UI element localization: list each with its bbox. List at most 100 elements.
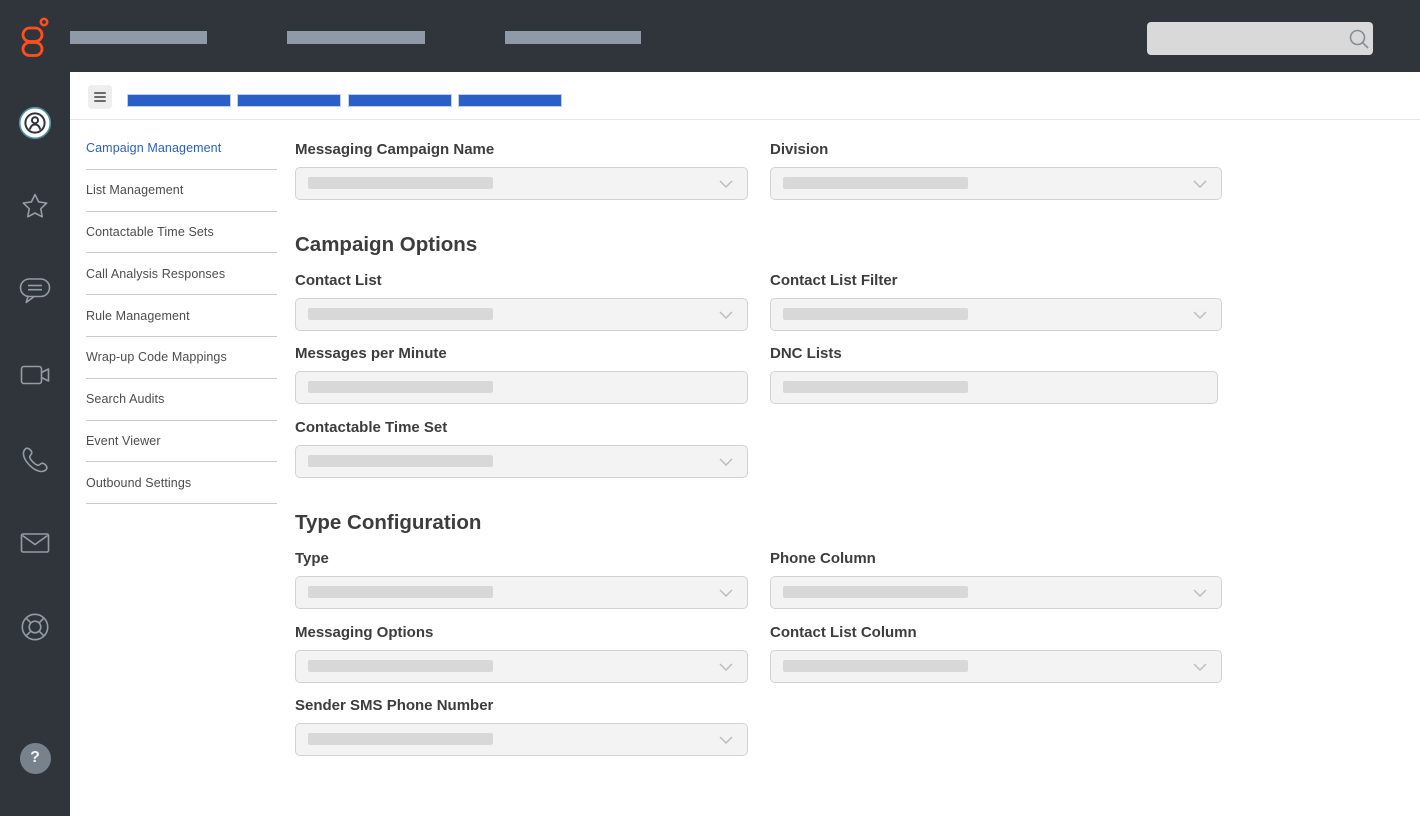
field-messages-per-minute: Messages per Minute [295, 345, 748, 404]
redacted-value [308, 455, 493, 467]
top-navigation-bar [0, 0, 1420, 72]
redacted-value [783, 586, 968, 598]
app-window: ? Campaign Management List Management Co… [0, 0, 1420, 816]
tab-placeholder[interactable] [127, 94, 231, 107]
redacted-value [783, 660, 968, 672]
redacted-value [783, 308, 968, 320]
section-heading-type-configuration: Type Configuration [295, 511, 481, 535]
field-label: Contactable Time Set [295, 419, 748, 436]
field-label: Contact List Column [770, 624, 1222, 641]
contact-list-select[interactable] [295, 298, 748, 331]
tab-placeholder[interactable] [458, 94, 562, 107]
redacted-value [308, 381, 493, 393]
phone-button[interactable] [15, 440, 55, 480]
field-label: DNC Lists [770, 345, 1218, 362]
life-ring-icon [19, 611, 51, 643]
nav-item-placeholder[interactable] [505, 31, 641, 44]
chevron-down-icon [1193, 311, 1207, 319]
menu-item-event-viewer[interactable]: Event Viewer [86, 421, 277, 463]
field-label: Messaging Campaign Name [295, 141, 748, 158]
main-content: Campaign Management List Management Cont… [70, 72, 1420, 816]
section-heading-campaign-options: Campaign Options [295, 233, 477, 257]
video-button[interactable] [15, 355, 55, 395]
field-contact-list-column: Contact List Column [770, 624, 1222, 683]
menu-item-rule-management[interactable]: Rule Management [86, 295, 277, 337]
redacted-value [308, 660, 493, 672]
field-messaging-options: Messaging Options [295, 624, 748, 683]
sender-sms-phone-number-select[interactable] [295, 723, 748, 756]
type-select[interactable] [295, 576, 748, 609]
redacted-value [308, 308, 493, 320]
chevron-down-icon [719, 458, 733, 466]
contact-list-filter-select[interactable] [770, 298, 1222, 331]
user-avatar-icon [18, 106, 52, 140]
video-camera-icon [19, 363, 51, 387]
menu-item-outbound-settings[interactable]: Outbound Settings [86, 462, 277, 504]
left-icon-rail: ? [0, 0, 70, 816]
division-select[interactable] [770, 167, 1222, 200]
search-input[interactable] [1147, 31, 1348, 47]
field-messaging-campaign-name: Messaging Campaign Name [295, 141, 748, 200]
menu-item-contactable-time-sets[interactable]: Contactable Time Sets [86, 212, 277, 254]
field-label: Division [770, 141, 1222, 158]
phone-column-select[interactable] [770, 576, 1222, 609]
menu-item-list-management[interactable]: List Management [86, 170, 277, 212]
chevron-down-icon [1193, 663, 1207, 671]
favorites-button[interactable] [15, 186, 55, 226]
field-label: Messaging Options [295, 624, 748, 641]
help-button[interactable]: ? [15, 738, 55, 778]
field-label: Messages per Minute [295, 345, 748, 362]
profile-button[interactable] [15, 103, 55, 143]
chevron-down-icon [719, 311, 733, 319]
field-division: Division [770, 141, 1222, 200]
field-type: Type [295, 550, 748, 609]
chevron-down-icon [1193, 180, 1207, 188]
field-label: Phone Column [770, 550, 1222, 567]
chat-button[interactable] [15, 271, 55, 311]
chevron-down-icon [719, 589, 733, 597]
chevron-down-icon [719, 736, 733, 744]
secondary-nav-bar [70, 72, 1420, 120]
question-mark-icon: ? [20, 743, 51, 774]
messages-per-minute-input[interactable] [295, 371, 748, 404]
field-label: Contact List [295, 272, 748, 289]
global-search-input[interactable] [1147, 22, 1373, 55]
phone-handset-icon [20, 445, 50, 475]
messaging-options-select[interactable] [295, 650, 748, 683]
menu-item-search-audits[interactable]: Search Audits [86, 379, 277, 421]
star-icon [19, 190, 51, 222]
dnc-lists-input[interactable] [770, 371, 1218, 404]
redacted-value [783, 381, 968, 393]
chevron-down-icon [1193, 589, 1207, 597]
contactable-time-set-select[interactable] [295, 445, 748, 478]
chat-bubble-icon [18, 276, 52, 306]
email-button[interactable] [15, 523, 55, 563]
menu-item-campaign-management[interactable]: Campaign Management [86, 128, 277, 170]
field-label: Sender SMS Phone Number [295, 697, 748, 714]
redacted-value [308, 733, 493, 745]
field-sender-sms-phone-number: Sender SMS Phone Number [295, 697, 748, 756]
genesys-logo[interactable] [18, 14, 52, 58]
hamburger-icon [94, 92, 106, 94]
redacted-value [783, 177, 968, 189]
tab-placeholder[interactable] [237, 94, 341, 107]
support-button[interactable] [15, 607, 55, 647]
nav-item-placeholder[interactable] [68, 31, 207, 44]
settings-menu: Campaign Management List Management Cont… [86, 128, 277, 504]
field-phone-column: Phone Column [770, 550, 1222, 609]
field-label: Contact List Filter [770, 272, 1222, 289]
field-contact-list-filter: Contact List Filter [770, 272, 1222, 331]
nav-item-placeholder[interactable] [287, 31, 425, 44]
menu-item-call-analysis-responses[interactable]: Call Analysis Responses [86, 253, 277, 295]
field-dnc-lists: DNC Lists [770, 345, 1218, 404]
field-contactable-time-set: Contactable Time Set [295, 419, 748, 478]
tab-placeholder[interactable] [348, 94, 452, 107]
search-icon [1348, 28, 1370, 50]
field-contact-list: Contact List [295, 272, 748, 331]
redacted-value [308, 177, 493, 189]
contact-list-column-select[interactable] [770, 650, 1222, 683]
chevron-down-icon [719, 663, 733, 671]
menu-item-wrap-up-code-mappings[interactable]: Wrap-up Code Mappings [86, 337, 277, 379]
menu-toggle-button[interactable] [88, 85, 112, 109]
messaging-campaign-name-select[interactable] [295, 167, 748, 200]
